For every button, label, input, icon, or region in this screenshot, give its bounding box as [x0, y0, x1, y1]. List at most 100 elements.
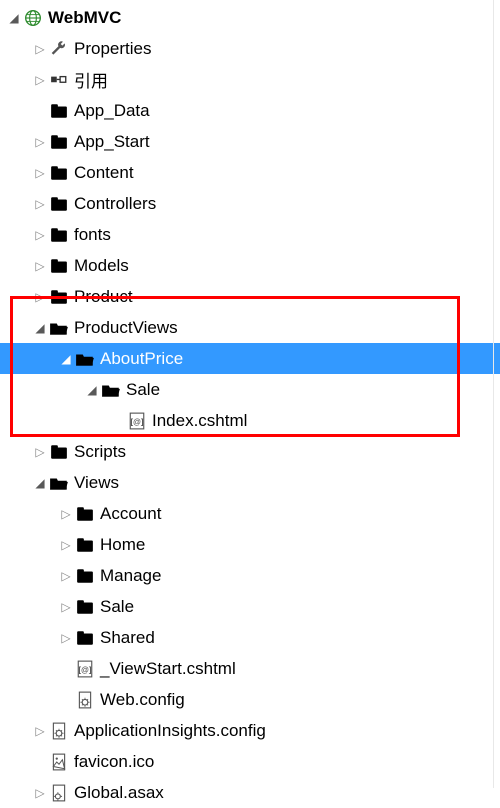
- chevron-down-icon[interactable]: ◢: [6, 11, 22, 25]
- folder-open-icon: [74, 351, 96, 367]
- node-label: Models: [70, 256, 129, 276]
- node-index-cshtml[interactable]: Index.cshtml: [0, 405, 500, 436]
- chevron-right-icon[interactable]: ▷: [32, 724, 48, 738]
- chevron-right-icon[interactable]: ▷: [32, 135, 48, 149]
- node-label: Account: [96, 504, 161, 524]
- node-label: Web.config: [96, 690, 185, 710]
- node-scripts[interactable]: ▷ Scripts: [0, 436, 500, 467]
- folder-open-icon: [100, 382, 122, 398]
- chevron-right-icon[interactable]: ▷: [58, 631, 74, 645]
- folder-open-icon: [48, 475, 70, 491]
- node-label: Global.asax: [70, 783, 164, 803]
- node-globalasax[interactable]: ▷ Global.asax: [0, 777, 500, 808]
- node-home[interactable]: ▷ Home: [0, 529, 500, 560]
- chevron-right-icon[interactable]: ▷: [32, 42, 48, 56]
- chevron-down-icon[interactable]: ◢: [32, 476, 48, 490]
- node-shared[interactable]: ▷ Shared: [0, 622, 500, 653]
- folder-icon: [74, 537, 96, 553]
- asax-file-icon: [48, 784, 70, 802]
- node-appinsights[interactable]: ▷ ApplicationInsights.config: [0, 715, 500, 746]
- node-webconfig[interactable]: Web.config: [0, 684, 500, 715]
- node-controllers[interactable]: ▷ Controllers: [0, 188, 500, 219]
- node-label: AboutPrice: [96, 349, 183, 369]
- chevron-right-icon[interactable]: ▷: [32, 290, 48, 304]
- folder-icon: [48, 196, 70, 212]
- project-webmvc[interactable]: ◢ WebMVC: [0, 2, 500, 33]
- node-fonts[interactable]: ▷ fonts: [0, 219, 500, 250]
- node-viewstart[interactable]: _ViewStart.cshtml: [0, 653, 500, 684]
- config-file-icon: [74, 691, 96, 709]
- node-label: Manage: [96, 566, 161, 586]
- folder-icon: [74, 599, 96, 615]
- node-content[interactable]: ▷ Content: [0, 157, 500, 188]
- chevron-right-icon[interactable]: ▷: [58, 507, 74, 521]
- chevron-right-icon[interactable]: ▷: [32, 228, 48, 242]
- node-sale[interactable]: ◢ Sale: [0, 374, 500, 405]
- node-label: Scripts: [70, 442, 126, 462]
- node-label: Shared: [96, 628, 155, 648]
- folder-icon: [74, 506, 96, 522]
- project-label: WebMVC: [44, 8, 121, 28]
- chevron-down-icon[interactable]: ◢: [58, 352, 74, 366]
- node-aboutprice[interactable]: ◢ AboutPrice: [0, 343, 500, 374]
- folder-icon: [48, 165, 70, 181]
- node-label: Index.cshtml: [148, 411, 247, 431]
- node-label: ProductViews: [70, 318, 178, 338]
- wrench-icon: [48, 40, 70, 58]
- node-manage[interactable]: ▷ Manage: [0, 560, 500, 591]
- node-account[interactable]: ▷ Account: [0, 498, 500, 529]
- folder-icon: [48, 227, 70, 243]
- node-views[interactable]: ◢ Views: [0, 467, 500, 498]
- node-label: Product: [70, 287, 133, 307]
- chevron-right-icon[interactable]: ▷: [32, 197, 48, 211]
- node-label: Controllers: [70, 194, 156, 214]
- chevron-right-icon[interactable]: ▷: [58, 538, 74, 552]
- node-properties[interactable]: ▷ Properties: [0, 33, 500, 64]
- node-product[interactable]: ▷ Product: [0, 281, 500, 312]
- node-label: _ViewStart.cshtml: [96, 659, 236, 679]
- solution-explorer-tree[interactable]: ◢ WebMVC ▷ Properties ▷ 引用 App_Data ▷ Ap…: [0, 0, 500, 808]
- project-icon: [22, 9, 44, 27]
- cshtml-file-icon: [74, 660, 96, 678]
- folder-open-icon: [48, 320, 70, 336]
- node-views-sale[interactable]: ▷ Sale: [0, 591, 500, 622]
- cshtml-file-icon: [126, 412, 148, 430]
- node-references[interactable]: ▷ 引用: [0, 64, 500, 95]
- folder-icon: [48, 289, 70, 305]
- node-label: ApplicationInsights.config: [70, 721, 266, 741]
- node-favicon[interactable]: favicon.ico: [0, 746, 500, 777]
- node-appstart[interactable]: ▷ App_Start: [0, 126, 500, 157]
- node-label: Home: [96, 535, 145, 555]
- references-icon: [48, 71, 70, 89]
- image-file-icon: [48, 753, 70, 771]
- node-models[interactable]: ▷ Models: [0, 250, 500, 281]
- chevron-right-icon[interactable]: ▷: [32, 259, 48, 273]
- node-label: Sale: [96, 597, 134, 617]
- node-label: Properties: [70, 39, 151, 59]
- chevron-right-icon[interactable]: ▷: [58, 569, 74, 583]
- node-label: favicon.ico: [70, 752, 154, 772]
- node-label: App_Start: [70, 132, 150, 152]
- chevron-down-icon[interactable]: ◢: [32, 321, 48, 335]
- node-label: 引用: [70, 67, 108, 92]
- folder-icon: [48, 444, 70, 460]
- chevron-right-icon[interactable]: ▷: [32, 445, 48, 459]
- panel-divider: [493, 0, 494, 788]
- node-productviews[interactable]: ◢ ProductViews: [0, 312, 500, 343]
- chevron-right-icon[interactable]: ▷: [32, 166, 48, 180]
- node-label: Views: [70, 473, 119, 493]
- folder-icon: [48, 258, 70, 274]
- node-label: Sale: [122, 380, 160, 400]
- chevron-right-icon[interactable]: ▷: [32, 73, 48, 87]
- folder-icon: [48, 134, 70, 150]
- chevron-down-icon[interactable]: ◢: [84, 383, 100, 397]
- node-appdata[interactable]: App_Data: [0, 95, 500, 126]
- folder-icon: [74, 568, 96, 584]
- node-label: App_Data: [70, 101, 150, 121]
- folder-icon: [74, 630, 96, 646]
- node-label: Content: [70, 163, 134, 183]
- chevron-right-icon[interactable]: ▷: [58, 600, 74, 614]
- folder-icon: [48, 103, 70, 119]
- config-file-icon: [48, 722, 70, 740]
- node-label: fonts: [70, 225, 111, 245]
